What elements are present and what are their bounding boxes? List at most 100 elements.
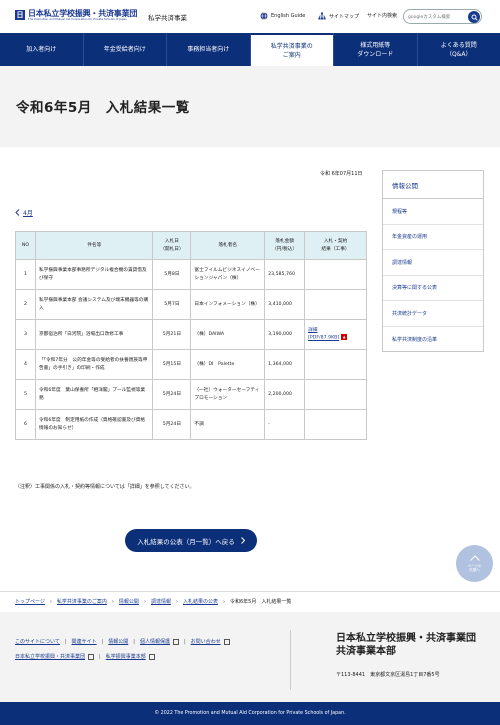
cell-name: 令和6年度 葉山保養所「相洋閣」プール監視等業務 [34, 379, 154, 410]
footer-link-privacy[interactable]: 個人情報保護 [140, 638, 170, 645]
footer-link-corporation[interactable]: 日本私立学校振興・共済事業団 [15, 653, 85, 660]
global-nav: 加入者向け 年金受給者向け 事務担当者向け 私学共済事業の ご案内 様式用紙等 … [0, 33, 500, 66]
globe-icon [260, 12, 268, 20]
breadcrumb-separator: › [143, 598, 146, 605]
table-row: 2 私学振興事業本部 会議システム及び端末機器等の購入 5月7日 日本インフォメ… [15, 289, 367, 320]
cell-result: 詳細 [PDF/87.9KB] ▲ [304, 319, 367, 350]
site-logo[interactable]: 日 日本私立学校振興・共済事業団 The Promotion and Mutua… [15, 9, 137, 21]
copyright: © 2022 The Promotion and Mutual Aid Corp… [0, 702, 500, 725]
site-search-label: サイト内検索 [367, 13, 398, 19]
breadcrumb-business-guide[interactable]: 私学共済事業のご案内 [57, 598, 107, 605]
footer-link-info-disclosure[interactable]: 情報公開 [108, 638, 128, 645]
col-header-winner: 落札者名 [190, 231, 266, 260]
col-header-result: 入札・契約 結果（工事） [304, 231, 367, 260]
footer-links: このサイトについて | 関連サイト | 情報公開 | 個人情報保護 | お問い合… [15, 634, 280, 664]
cell-no: 2 [15, 289, 36, 320]
site-section-title: 私学共済事業 [148, 14, 187, 22]
nav-item-pensioners[interactable]: 年金受給者向け [82, 33, 167, 66]
site-search [403, 9, 482, 24]
nav-item-administrators[interactable]: 事務担当者向け [166, 33, 250, 66]
page-top-button[interactable]: ページの 先頭へ [456, 545, 493, 582]
cell-winner: 日本インフォメーション（株） [190, 289, 266, 320]
cell-date: 5月24日 [152, 379, 192, 410]
table-header-row: NO 件名等 入札日 （開札日） 落札者名 落札金額 （円/税込） 入札・契約 … [15, 231, 367, 260]
nav-item-forms-download[interactable]: 様式用紙等 ダウンロード [333, 33, 417, 66]
cell-date: 5月7日 [152, 289, 192, 320]
detail-pdf-link[interactable]: 詳細 [PDF/87.9KB] [308, 328, 339, 341]
search-button[interactable] [468, 11, 480, 23]
cell-result [304, 379, 367, 410]
chevron-right-icon [240, 537, 245, 544]
footer-link-contact[interactable]: お問い合わせ [191, 638, 221, 645]
sidebar-heading[interactable]: 情報公開 [383, 171, 483, 199]
page-title-band: 令和6年5月 入札結果一覧 [0, 66, 500, 147]
cell-name: 私学振興事業本部 会議システム及び端末機器等の購入 [34, 289, 154, 320]
nav-item-subscribers[interactable]: 加入者向け [0, 33, 83, 66]
results-table: NO 件名等 入札日 （開札日） 落札者名 落札金額 （円/税込） 入札・契約 … [15, 231, 367, 440]
cell-winner: （一社）ウォーターセーフティプロモーション [190, 379, 266, 410]
cell-name: 「「令和7年分 公的年金等の受給者の扶養親族等申告書」の手引き」の印刷・作成 [34, 349, 154, 380]
cell-winner: （株）DI Palette [190, 349, 266, 380]
cell-date: 5月15日 [152, 349, 192, 380]
footer-divider [290, 630, 291, 690]
cell-no: 5 [15, 379, 36, 410]
col-header-amount: 落札金額 （円/税込） [264, 231, 306, 260]
publish-date: 令和 6年07月11日 [320, 171, 363, 177]
sidebar-item-pension-asset[interactable]: 年金資産の運用 [383, 225, 483, 250]
cell-amount: - [264, 409, 306, 440]
previous-month-link[interactable]: 4月 [15, 208, 33, 217]
cell-no: 4 [15, 349, 36, 380]
cell-result [304, 259, 367, 290]
cell-no: 1 [15, 259, 36, 290]
cell-winner: 不調 [190, 409, 266, 440]
cell-name: 私学振興事業本部事務所デジタル複合機の賃貸借及び保守 [34, 259, 154, 290]
col-header-no: NO [15, 231, 36, 260]
cell-date: 5月24日 [152, 409, 192, 440]
sidebar-item-financial-results[interactable]: 決算等に関する公表 [383, 276, 483, 301]
sitemap-link[interactable]: サイトマップ [318, 12, 359, 20]
search-input[interactable] [408, 12, 466, 22]
nav-item-faq[interactable]: よくある質問 （Q&A） [416, 33, 500, 66]
sidebar-item-procurement[interactable]: 調達情報 [383, 250, 483, 276]
sidebar-info-disclosure: 情報公開 規程等 年金資産の運用 調達情報 決算等に関する公表 共済統計データ … [382, 170, 484, 352]
site-header: 日 日本私立学校振興・共済事業団 The Promotion and Mutua… [0, 0, 500, 33]
external-link-icon [172, 638, 179, 645]
cell-no: 3 [15, 319, 36, 350]
cell-no: 6 [15, 409, 36, 440]
breadcrumb-current: 令和6年5月 入札結果一覧 [229, 599, 292, 605]
sidebar-item-regulations[interactable]: 規程等 [383, 199, 483, 225]
cell-amount: 3,190,000 [264, 319, 306, 350]
nav-item-business-guide[interactable]: 私学共済事業の ご案内 [249, 33, 333, 66]
breadcrumb-separator: › [175, 598, 178, 605]
external-link-icon [148, 653, 155, 660]
col-header-date: 入札日 （開札日） [152, 231, 192, 260]
table-row: 6 令和6年度 制定用紙の作成（資格確認書及び資格情報のお知らせ） 5月24日 … [15, 409, 367, 440]
sidebar-item-history[interactable]: 私学共済制度の沿革 [383, 327, 483, 353]
pdf-icon: ▲ [341, 334, 348, 341]
sidebar-item-statistics[interactable]: 共済統計データ [383, 301, 483, 327]
english-guide-link[interactable]: English Guide [260, 12, 305, 20]
breadcrumb-bid-results[interactable]: 入札結果の公表 [183, 598, 218, 605]
table-row: 1 私学振興事業本部事務所デジタル複合機の賃貸借及び保守 5月8日 富士フイルム… [15, 259, 367, 290]
back-to-monthly-list-button[interactable]: 入札結果の公表（月一覧）へ戻る [125, 529, 257, 552]
site-footer: このサイトについて | 関連サイト | 情報公開 | 個人情報保護 | お問い合… [0, 612, 500, 702]
footer-link-about-site[interactable]: このサイトについて [15, 638, 60, 645]
cell-date: 5月21日 [152, 319, 192, 350]
sitemap-icon [318, 12, 326, 20]
breadcrumb-separator: › [49, 598, 52, 605]
footer-link-promotion-division[interactable]: 私学振興事業本部 [106, 653, 146, 660]
breadcrumb-info-disclosure[interactable]: 情報公開 [119, 598, 139, 605]
page-title: 令和6年5月 入札結果一覧 [16, 100, 190, 116]
logo-title-en: The Promotion and Mutual Aid Corporation… [28, 17, 127, 21]
footer-address: 〒113-8441 東京都文京区湯島1丁目7番5号 [336, 672, 440, 678]
breadcrumb-top[interactable]: トップページ [15, 598, 45, 605]
cell-name: 京都宿泊所「白河院」浴場出口改修工事 [34, 319, 154, 350]
cell-date: 5月8日 [152, 259, 192, 290]
logo-mark-icon: 日 [15, 10, 25, 20]
chevron-left-icon [15, 209, 20, 216]
footer-link-related-sites[interactable]: 関連サイト [72, 638, 97, 645]
cell-name: 令和6年度 制定用紙の作成（資格確認書及び資格情報のお知らせ） [34, 409, 154, 440]
cell-result [304, 289, 367, 320]
breadcrumb-procurement[interactable]: 調達情報 [151, 598, 171, 605]
footer-organization: 日本私立学校振興・共済事業団 共済事業本部 [336, 633, 476, 657]
